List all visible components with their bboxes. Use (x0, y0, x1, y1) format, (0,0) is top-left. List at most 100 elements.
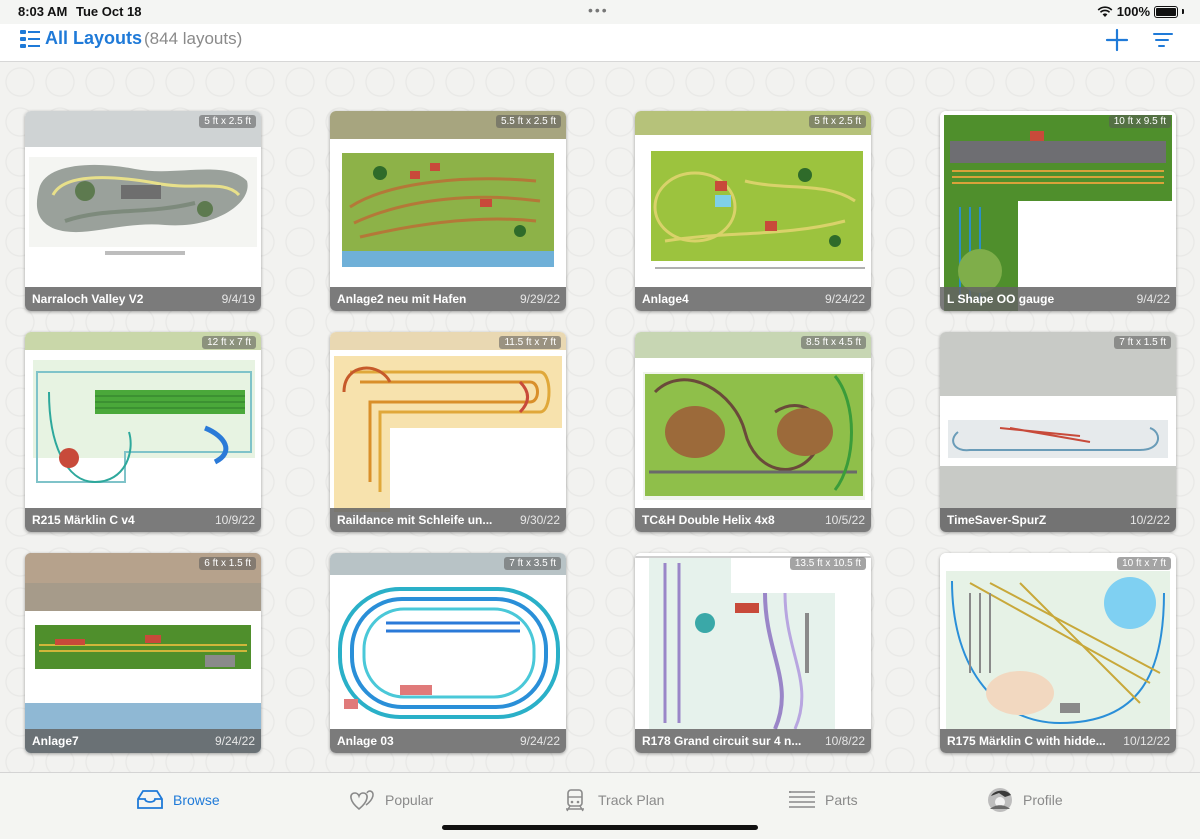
layout-card[interactable]: 5 ft x 2.5 ft Anlage4 9/24/22 (635, 111, 871, 311)
layout-name: Anlage2 neu mit Hafen (337, 292, 467, 306)
size-badge: 13.5 ft x 10.5 ft (789, 557, 866, 570)
sort-icon[interactable] (1152, 30, 1174, 50)
size-badge: 10 ft x 7 ft (1117, 557, 1171, 570)
layout-thumbnail (25, 553, 261, 753)
layout-card[interactable]: 8.5 ft x 4.5 ft TC&H Double Helix 4x8 10… (635, 332, 871, 532)
layout-thumbnail (25, 111, 261, 311)
layout-date: 10/5/22 (824, 513, 865, 527)
tray-icon (137, 790, 163, 809)
status-time: 8:03 AM (18, 4, 68, 19)
tab-browse[interactable]: Browse (135, 785, 220, 815)
layout-thumbnail (25, 332, 261, 532)
battery-cap (1182, 9, 1184, 14)
layout-date: 10/8/22 (824, 734, 865, 748)
layout-thumbnail (330, 332, 566, 532)
status-date: Tue Oct 18 (76, 4, 142, 19)
navigation-bar: All Layouts (844 layouts) (0, 24, 1200, 62)
tab-label: Track Plan (598, 792, 665, 808)
layout-date: 9/30/22 (519, 513, 560, 527)
layout-name: Narraloch Valley V2 (32, 292, 144, 306)
layout-name: R178 Grand circuit sur 4 n... (642, 734, 802, 748)
layout-name: Anlage7 (32, 734, 79, 748)
size-badge: 5 ft x 2.5 ft (199, 115, 256, 128)
layout-thumbnail (635, 111, 871, 311)
layout-card[interactable]: 10 ft x 7 ft R175 Märklin C with hidde..… (940, 553, 1176, 753)
size-badge: 12 ft x 7 ft (202, 336, 256, 349)
layout-thumbnail (940, 553, 1176, 753)
layout-date: 9/4/19 (221, 292, 255, 306)
layout-date: 10/2/22 (1129, 513, 1170, 527)
tab-label: Popular (385, 792, 434, 808)
layout-name: Anlage4 (642, 292, 689, 306)
card-footer: R178 Grand circuit sur 4 n... 10/8/22 (635, 729, 871, 753)
card-footer: TimeSaver-SpurZ 10/2/22 (940, 508, 1176, 532)
layout-date: 9/24/22 (214, 734, 255, 748)
card-footer: L Shape OO gauge 9/4/22 (940, 287, 1176, 311)
layout-date: 10/9/22 (214, 513, 255, 527)
size-badge: 10 ft x 9.5 ft (1108, 115, 1171, 128)
card-footer: Narraloch Valley V2 9/4/19 (25, 287, 261, 311)
page-title[interactable]: All Layouts (45, 28, 142, 49)
layout-card[interactable]: 5.5 ft x 2.5 ft Anlage2 neu mit Hafen 9/… (330, 111, 566, 311)
multitasking-dots-icon[interactable]: ••• (588, 2, 609, 18)
status-bar: 8:03 AM Tue Oct 18 ••• 100% (0, 0, 1200, 24)
layout-card[interactable]: 11.5 ft x 7 ft Raildance mit Schleife un… (330, 332, 566, 532)
card-footer: R215 Märklin C v4 10/9/22 (25, 508, 261, 532)
layout-name: Raildance mit Schleife un... (337, 513, 493, 527)
layout-thumbnail (940, 332, 1176, 532)
size-badge: 5 ft x 2.5 ft (809, 115, 866, 128)
layout-card[interactable]: 7 ft x 3.5 ft Anlage 03 9/24/22 (330, 553, 566, 753)
layout-card[interactable]: 13.5 ft x 10.5 ft R178 Grand circuit sur… (635, 553, 871, 753)
layout-thumbnail (635, 553, 871, 753)
status-indicators: 100% (1097, 4, 1184, 19)
battery-percent: 100% (1116, 4, 1150, 19)
layout-thumbnail (330, 111, 566, 311)
list-icon (789, 791, 815, 808)
layout-date: 10/12/22 (1123, 734, 1170, 748)
size-badge: 5.5 ft x 2.5 ft (495, 115, 561, 128)
layout-date: 9/24/22 (519, 734, 560, 748)
layout-name: L Shape OO gauge (947, 292, 1055, 306)
card-footer: Raildance mit Schleife un... 9/30/22 (330, 508, 566, 532)
card-footer: Anlage7 9/24/22 (25, 729, 261, 753)
card-footer: R175 Märklin C with hidde... 10/12/22 (940, 729, 1176, 753)
layout-card[interactable]: 7 ft x 1.5 ft TimeSaver-SpurZ 10/2/22 (940, 332, 1176, 532)
card-footer: Anlage2 neu mit Hafen 9/29/22 (330, 287, 566, 311)
layout-card[interactable]: 6 ft x 1.5 ft Anlage7 9/24/22 (25, 553, 261, 753)
tab-label: Browse (173, 792, 220, 808)
tab-popular[interactable]: Popular (347, 785, 433, 815)
train-icon (566, 789, 584, 812)
size-badge: 6 ft x 1.5 ft (199, 557, 256, 570)
layout-name: TC&H Double Helix 4x8 (642, 513, 775, 527)
layout-list-icon[interactable] (20, 30, 40, 48)
layout-date: 9/4/22 (1136, 292, 1170, 306)
size-badge: 8.5 ft x 4.5 ft (800, 336, 866, 349)
card-footer: Anlage4 9/24/22 (635, 287, 871, 311)
layout-thumbnail (940, 111, 1176, 311)
size-badge: 7 ft x 3.5 ft (504, 557, 561, 570)
add-layout-icon[interactable] (1105, 28, 1129, 52)
size-badge: 11.5 ft x 7 ft (499, 336, 561, 349)
size-badge: 7 ft x 1.5 ft (1114, 336, 1171, 349)
layout-name: Anlage 03 (337, 734, 394, 748)
tab-track-plan[interactable]: Track Plan (560, 785, 664, 815)
layout-thumbnail (330, 553, 566, 753)
wifi-icon (1097, 5, 1113, 17)
layout-name: R215 Märklin C v4 (32, 513, 135, 527)
layout-card[interactable]: 5 ft x 2.5 ft Narraloch Valley V2 9/4/19 (25, 111, 261, 311)
card-footer: Anlage 03 9/24/22 (330, 729, 566, 753)
tab-label: Profile (1023, 792, 1063, 808)
layout-card[interactable]: 10 ft x 9.5 ft L Shape OO gauge 9/4/22 (940, 111, 1176, 311)
layout-thumbnail (635, 332, 871, 532)
layout-date: 9/29/22 (519, 292, 560, 306)
hearts-icon (350, 790, 374, 811)
avatar-icon (988, 788, 1012, 812)
layout-card[interactable]: 12 ft x 7 ft R215 Märklin C v4 10/9/22 (25, 332, 261, 532)
home-indicator[interactable] (442, 825, 758, 830)
layout-grid: 5 ft x 2.5 ft Narraloch Valley V2 9/4/19… (0, 62, 1200, 772)
tab-profile[interactable]: Profile (985, 785, 1063, 815)
tab-parts[interactable]: Parts (787, 785, 858, 815)
layout-date: 9/24/22 (824, 292, 865, 306)
layout-count: (844 layouts) (144, 29, 243, 48)
layout-name: R175 Märklin C with hidde... (947, 734, 1106, 748)
